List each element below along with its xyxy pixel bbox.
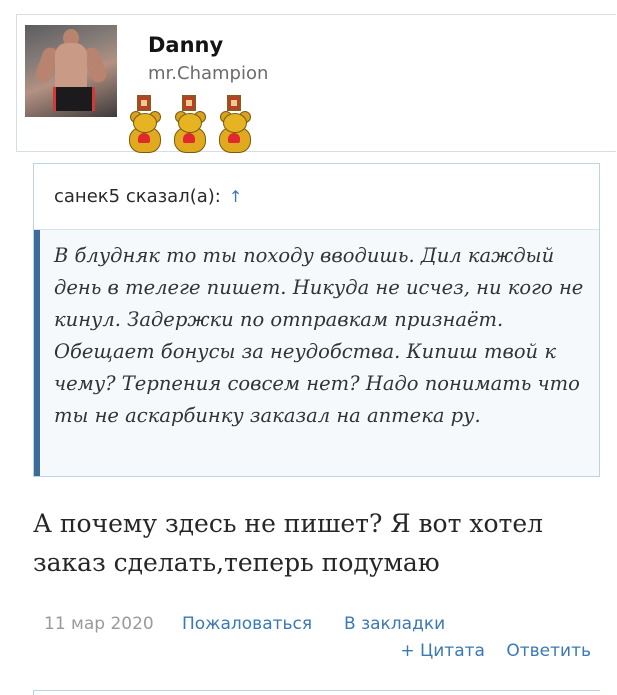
post-actions: + Цитата Ответить xyxy=(384,641,591,661)
bear-medal-icon[interactable] xyxy=(217,95,253,153)
post-text: А почему здесь не пишет? Я вот хотел зак… xyxy=(33,509,544,577)
username[interactable]: Danny xyxy=(148,33,223,57)
quote-author: санек5 сказал(а): xyxy=(54,186,221,207)
post-date[interactable]: 11 мар 2020 xyxy=(44,614,154,634)
reply-button[interactable]: Ответить xyxy=(506,641,591,661)
avatar[interactable] xyxy=(25,25,117,117)
bear-medal-icon[interactable] xyxy=(127,95,163,153)
quote-text: В блудняк то ты походу вводишь. Дил кажд… xyxy=(54,244,584,427)
bear-medal-icon[interactable] xyxy=(172,95,208,153)
quote-button[interactable]: + Цитата xyxy=(400,641,485,661)
quote-header: санек5 сказал(а): ↑ xyxy=(34,164,599,230)
report-link[interactable]: Пожаловаться xyxy=(182,614,312,634)
next-post-border xyxy=(33,690,600,695)
user-card: Danny mr.Champion xyxy=(16,14,616,153)
jump-to-quote-arrow-icon[interactable]: ↑ xyxy=(229,187,242,206)
quote-body: В блудняк то ты походу вводишь. Дил кажд… xyxy=(34,230,599,476)
bookmark-link[interactable]: В закладки xyxy=(344,614,445,634)
quote-block: санек5 сказал(а): ↑ В блудняк то ты похо… xyxy=(33,163,600,477)
user-title: mr.Champion xyxy=(148,63,269,84)
